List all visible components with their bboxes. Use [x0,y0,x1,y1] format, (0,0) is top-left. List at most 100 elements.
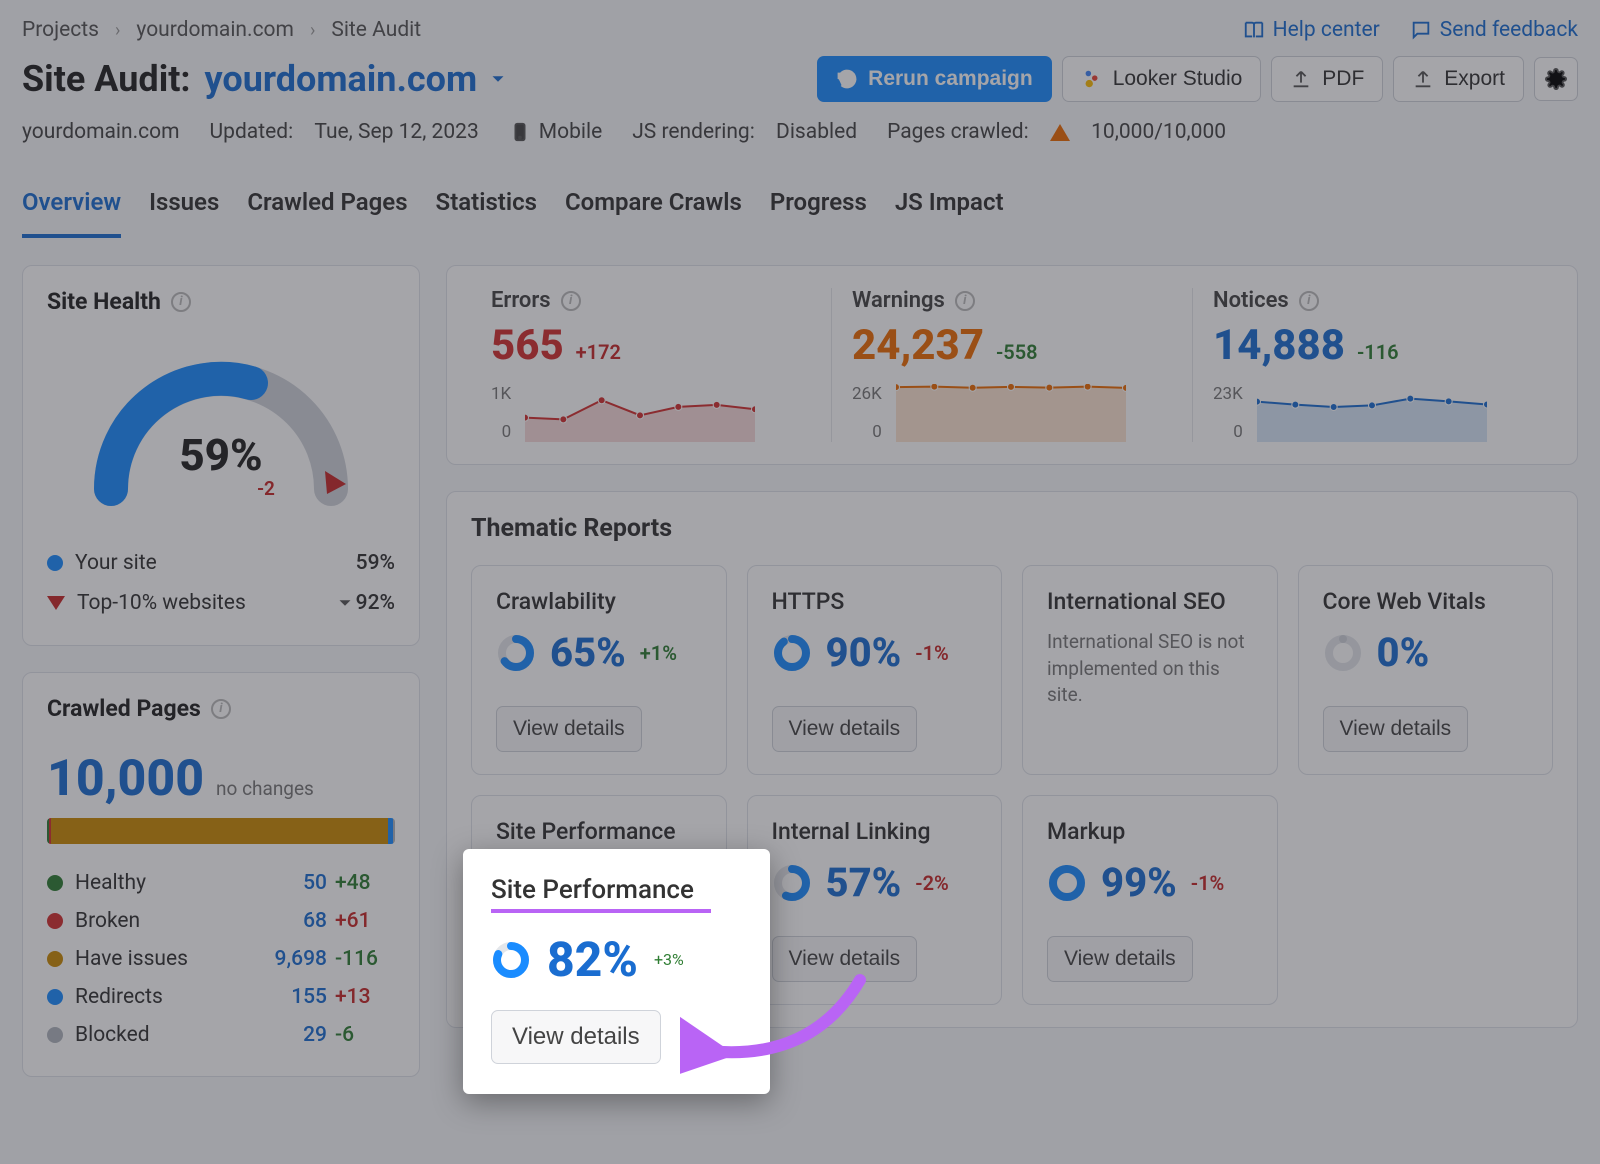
chevron-right-icon: › [310,20,315,41]
chat-icon [1410,19,1432,41]
info-icon[interactable]: i [211,699,231,719]
info-icon[interactable]: i [561,291,581,311]
site-health-card: Site Healthi 59% -2 Your site [22,265,420,646]
tabs: Overview Issues Crawled Pages Statistics Com… [22,188,1578,239]
breadcrumb: Projects › yourdomain.com › Site Audit [22,18,421,42]
crawled-title: Crawled Pages [47,695,201,722]
site-performance-pct: 82% [547,931,638,988]
chevron-down-icon [334,592,356,614]
health-gauge: 59% -2 [71,339,371,519]
site-performance-highlight: Site Performance 82% +3% View details [463,849,770,1094]
triangle-down-icon [47,596,65,610]
help-center-link[interactable]: Help center [1243,18,1380,42]
donut-icon [491,940,531,980]
thematic-title: Thematic Reports [471,514,1553,543]
view-details-button[interactable]: View details [772,936,918,982]
legend-row-redirects[interactable]: Redirects155+13 [47,978,395,1016]
crawled-sub: no changes [216,777,314,800]
sparkline-errors [525,384,755,442]
tab-statistics[interactable]: Statistics [436,188,537,238]
stack-seg-blocked [393,818,395,844]
breadcrumb-page: Site Audit [331,18,421,42]
crawled-pages-card: Crawled Pages i 10,000 no changes Healthy… [22,672,420,1077]
site-performance-delta: +3% [654,950,684,969]
looker-studio-button[interactable]: Looker Studio [1062,56,1262,102]
tab-js-impact[interactable]: JS Impact [895,188,1004,238]
refresh-icon [836,68,858,90]
view-details-button[interactable]: View details [491,1010,661,1064]
donut-icon [1047,863,1087,903]
breadcrumb-domain[interactable]: yourdomain.com [136,18,294,42]
dot-icon [47,1027,63,1043]
upload-icon [1412,68,1434,90]
mobile-icon [509,121,531,143]
highlight-underline [491,909,711,913]
summary-card: Errors i565 +1721K0Warnings i24,237 -558… [446,265,1578,465]
crawled-stackbar [47,818,395,844]
tab-overview[interactable]: Overview [22,188,121,238]
legend-row-blocked[interactable]: Blocked29-6 [47,1016,395,1054]
chevron-down-icon [487,68,509,90]
tab-crawled-pages[interactable]: Crawled Pages [247,188,407,238]
crawled-count: 10,000 [47,750,204,808]
info-icon[interactable]: i [1299,291,1319,311]
upload-icon [1290,68,1312,90]
donut-icon [772,863,812,903]
gear-icon [1545,68,1567,90]
domain-selector[interactable]: yourdomain.com [205,58,510,100]
thematic-international-seo: International SEOInternational SEO is no… [1022,565,1278,775]
looker-icon [1081,68,1103,90]
health-top10-row[interactable]: Top-10% websites 92% [47,583,395,623]
tab-progress[interactable]: Progress [770,188,867,238]
thematic-markup: Markup99%-1%View details [1022,795,1278,1005]
settings-button[interactable] [1534,57,1578,101]
legend-row-have-issues[interactable]: Have issues9,698-116 [47,940,395,978]
health-yoursite-row: Your site 59% [47,543,395,583]
thematic-internal-linking: Internal Linking57%-2%View details [747,795,1003,1005]
meta-js: JS rendering: Disabled [632,120,857,144]
meta-row: yourdomain.com Updated: Tue, Sep 12, 202… [22,120,1578,144]
sparkline-warnings [896,384,1126,442]
rerun-campaign-button[interactable]: Rerun campaign [817,56,1052,102]
dot-icon [47,913,63,929]
meta-crawled: Pages crawled: 10,000/10,000 [887,120,1226,144]
view-details-button[interactable]: View details [496,706,642,752]
pdf-button[interactable]: PDF [1271,56,1383,102]
donut-icon [772,633,812,673]
info-icon[interactable]: i [171,292,191,312]
legend-row-broken[interactable]: Broken68+61 [47,902,395,940]
tab-compare-crawls[interactable]: Compare Crawls [565,188,742,238]
dot-icon [47,989,63,1005]
donut-icon [1323,633,1363,673]
meta-updated: Updated: Tue, Sep 12, 2023 [210,120,479,144]
meta-domain: yourdomain.com [22,120,180,144]
info-icon[interactable]: i [955,291,975,311]
summary-warnings[interactable]: Warnings i24,237 -55826K0 [832,288,1193,442]
breadcrumb-projects[interactable]: Projects [22,18,99,42]
stack-seg-have-issues [51,818,387,844]
summary-errors[interactable]: Errors i565 +1721K0 [471,288,832,442]
thematic-core-web-vitals: Core Web Vitals0%View details [1298,565,1554,775]
page-title: Site Audit: [22,58,191,100]
view-details-button[interactable]: View details [1047,936,1193,982]
meta-device: Mobile [509,120,602,144]
health-score: 59% [179,429,262,481]
summary-notices[interactable]: Notices i14,888 -11623K0 [1193,288,1553,442]
warning-icon [1050,124,1070,141]
thematic-https: HTTPS90%-1%View details [747,565,1003,775]
site-performance-title: Site Performance [491,875,742,905]
chevron-right-icon: › [115,20,120,41]
legend-row-healthy[interactable]: Healthy50+48 [47,864,395,902]
send-feedback-link[interactable]: Send feedback [1410,18,1578,42]
dot-icon [47,951,63,967]
dot-icon [47,875,63,891]
thematic-crawlability: Crawlability65%+1%View details [471,565,727,775]
sparkline-notices [1257,384,1487,442]
tab-issues[interactable]: Issues [149,188,219,238]
view-details-button[interactable]: View details [772,706,918,752]
view-details-button[interactable]: View details [1323,706,1469,752]
book-icon [1243,19,1265,41]
site-health-title: Site Health [47,288,161,315]
export-button[interactable]: Export [1393,56,1524,102]
donut-icon [496,633,536,673]
